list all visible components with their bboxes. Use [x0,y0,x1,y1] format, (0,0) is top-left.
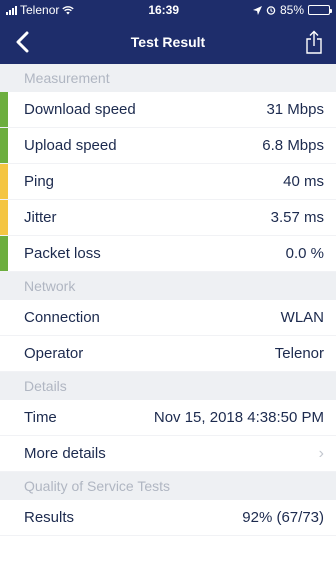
row-value: 31 Mbps [266,101,324,118]
row-value: Nov 15, 2018 4:38:50 PM [153,409,324,426]
page-title: Test Result [130,34,206,50]
row-value: 0.0 % [285,245,324,262]
row-value: Telenor [274,345,324,362]
location-icon [252,5,262,15]
row-label: Results [24,509,75,526]
row-label: Ping [24,173,55,190]
row-label: More details [24,445,106,462]
quality-indicator [0,236,8,271]
section-header-details: Details [0,372,336,400]
chevron-right-icon: › [318,444,324,462]
row-value: 92% (67/73) [242,509,324,526]
result-list: Measurement Download speed 31 Mbps Uploa… [0,64,336,536]
section-header-measurement: Measurement [0,64,336,92]
back-button[interactable] [8,28,36,56]
row-time: Time Nov 15, 2018 4:38:50 PM [0,400,336,436]
nav-bar: Test Result [0,20,336,64]
quality-indicator [0,92,8,127]
chevron-left-icon [16,31,29,53]
row-label: Upload speed [24,137,117,154]
row-operator: Operator Telenor [0,336,336,372]
status-right: 85% [252,3,332,17]
section-header-network: Network [0,272,336,300]
wifi-icon [62,6,75,15]
share-icon [306,30,322,54]
status-left: Telenor [6,3,75,17]
row-packet-loss: Packet loss 0.0 % [0,236,336,272]
quality-indicator [0,200,8,235]
row-upload-speed: Upload speed 6.8 Mbps [0,128,336,164]
row-value: 40 ms [283,173,324,190]
row-more-details[interactable]: More details › [0,436,336,472]
row-label: Jitter [24,209,57,226]
row-label: Packet loss [24,245,101,262]
alarm-icon [266,6,276,15]
share-button[interactable] [300,26,328,58]
signal-icon [6,5,17,15]
battery-icon [308,5,332,15]
row-download-speed: Download speed 31 Mbps [0,92,336,128]
row-qos-results: Results 92% (67/73) [0,500,336,536]
quality-indicator [0,128,8,163]
row-label: Download speed [24,101,136,118]
row-value: 6.8 Mbps [262,137,324,154]
battery-percent: 85% [279,3,304,17]
row-connection: Connection WLAN [0,300,336,336]
section-header-qos: Quality of Service Tests [0,472,336,500]
quality-indicator [0,164,8,199]
carrier-name: Telenor [20,3,60,17]
status-bar: Telenor 16:39 85% [0,0,336,20]
row-value: 3.57 ms [270,209,324,226]
row-jitter: Jitter 3.57 ms [0,200,336,236]
status-time: 16:39 [148,3,180,17]
row-label: Time [24,409,57,426]
row-label: Connection [24,309,100,326]
row-ping: Ping 40 ms [0,164,336,200]
row-label: Operator [24,345,84,362]
row-value: WLAN [280,309,324,326]
